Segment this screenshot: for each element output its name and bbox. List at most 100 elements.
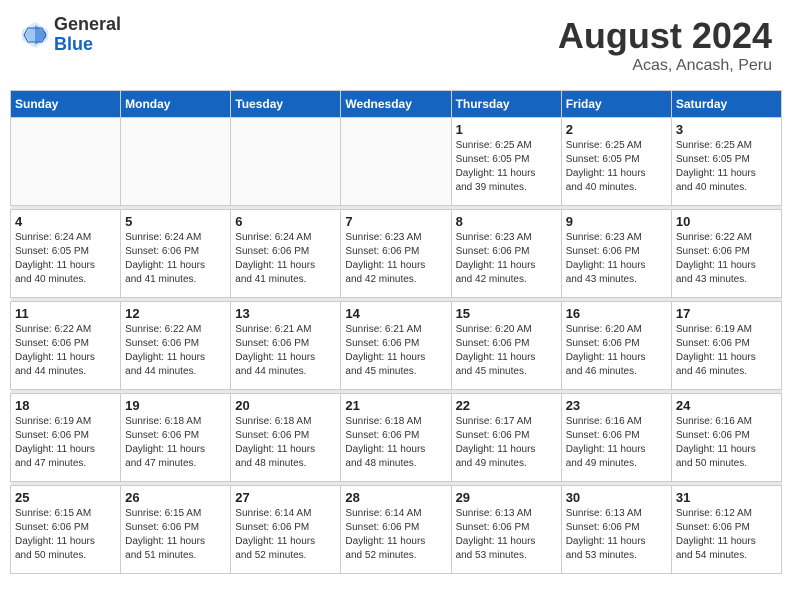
day-info: Sunrise: 6:13 AM Sunset: 6:06 PM Dayligh… (456, 507, 557, 563)
calendar-cell: 30 Sunrise: 6:13 AM Sunset: 6:06 PM Dayli… (561, 486, 671, 574)
calendar-week-row: 11 Sunrise: 6:22 AM Sunset: 6:06 PM Dayli… (11, 302, 782, 390)
logo-general-text: General (54, 15, 121, 35)
calendar-cell: 10Sunrise: 6:22 AM Sunset: 6:06 PM Dayli… (671, 210, 781, 298)
calendar-cell: 16Sunrise: 6:20 AM Sunset: 6:06 PM Dayli… (561, 302, 671, 390)
day-info: Sunrise: 6:25 AM Sunset: 6:05 PM Dayligh… (456, 139, 557, 195)
calendar-cell: 9 Sunrise: 6:23 AM Sunset: 6:06 PM Daylig… (561, 210, 671, 298)
calendar-cell: 15Sunrise: 6:20 AM Sunset: 6:06 PM Dayli… (451, 302, 561, 390)
column-header-sunday: Sunday (11, 91, 121, 118)
day-info: Sunrise: 6:16 AM Sunset: 6:06 PM Dayligh… (676, 415, 777, 471)
calendar-cell: 20 Sunrise: 6:18 AM Sunset: 6:06 PM Dayli… (231, 394, 341, 482)
calendar-cell: 8 Sunrise: 6:23 AM Sunset: 6:06 PM Daylig… (451, 210, 561, 298)
logo-icon (20, 20, 50, 50)
calendar-cell: 27Sunrise: 6:14 AM Sunset: 6:06 PM Dayli… (231, 486, 341, 574)
calendar-cell: 5 Sunrise: 6:24 AM Sunset: 6:06 PM Daylig… (121, 210, 231, 298)
day-info: Sunrise: 6:14 AM Sunset: 6:06 PM Dayligh… (345, 507, 446, 563)
day-number: 13 (235, 306, 336, 321)
day-number: 18 (15, 398, 116, 413)
day-info: Sunrise: 6:25 AM Sunset: 6:05 PM Dayligh… (676, 139, 777, 195)
day-number: 19 (125, 398, 226, 413)
day-info: Sunrise: 6:23 AM Sunset: 6:06 PM Dayligh… (345, 231, 446, 287)
day-number: 15 (456, 306, 557, 321)
day-number: 9 (566, 214, 667, 229)
day-number: 28 (345, 490, 446, 505)
day-info: Sunrise: 6:17 AM Sunset: 6:06 PM Dayligh… (456, 415, 557, 471)
day-number: 24 (676, 398, 777, 413)
calendar-cell: 29 Sunrise: 6:13 AM Sunset: 6:06 PM Dayli… (451, 486, 561, 574)
calendar-cell (11, 118, 121, 206)
day-number: 22 (456, 398, 557, 413)
calendar-header-row: SundayMondayTuesdayWednesdayThursdayFrid… (11, 91, 782, 118)
calendar-table: SundayMondayTuesdayWednesdayThursdayFrid… (10, 90, 782, 574)
day-number: 4 (15, 214, 116, 229)
calendar-cell (341, 118, 451, 206)
calendar-cell: 21 Sunrise: 6:18 AM Sunset: 6:06 PM Dayli… (341, 394, 451, 482)
day-number: 23 (566, 398, 667, 413)
day-number: 10 (676, 214, 777, 229)
calendar-cell: 1 Sunrise: 6:25 AM Sunset: 6:05 PM Daylig… (451, 118, 561, 206)
day-number: 16 (566, 306, 667, 321)
day-number: 27 (235, 490, 336, 505)
day-number: 8 (456, 214, 557, 229)
calendar-week-row: 18 Sunrise: 6:19 AM Sunset: 6:06 PM Dayli… (11, 394, 782, 482)
day-info: Sunrise: 6:19 AM Sunset: 6:06 PM Dayligh… (15, 415, 116, 471)
day-number: 11 (15, 306, 116, 321)
column-header-thursday: Thursday (451, 91, 561, 118)
day-info: Sunrise: 6:21 AM Sunset: 6:06 PM Dayligh… (345, 323, 446, 379)
day-number: 14 (345, 306, 446, 321)
day-info: Sunrise: 6:24 AM Sunset: 6:06 PM Dayligh… (235, 231, 336, 287)
day-info: Sunrise: 6:15 AM Sunset: 6:06 PM Dayligh… (125, 507, 226, 563)
day-number: 30 (566, 490, 667, 505)
day-number: 25 (15, 490, 116, 505)
day-number: 29 (456, 490, 557, 505)
day-info: Sunrise: 6:24 AM Sunset: 6:06 PM Dayligh… (125, 231, 226, 287)
calendar-cell: 24 Sunrise: 6:16 AM Sunset: 6:06 PM Dayli… (671, 394, 781, 482)
calendar-cell: 23 Sunrise: 6:16 AM Sunset: 6:06 PM Dayli… (561, 394, 671, 482)
column-header-tuesday: Tuesday (231, 91, 341, 118)
calendar-cell: 31Sunrise: 6:12 AM Sunset: 6:06 PM Dayli… (671, 486, 781, 574)
day-info: Sunrise: 6:23 AM Sunset: 6:06 PM Dayligh… (456, 231, 557, 287)
day-number: 1 (456, 122, 557, 137)
logo-text: General Blue (54, 15, 121, 55)
day-info: Sunrise: 6:18 AM Sunset: 6:06 PM Dayligh… (235, 415, 336, 471)
day-number: 21 (345, 398, 446, 413)
title-section: August 2024 Acas, Ancash, Peru (558, 15, 772, 75)
day-info: Sunrise: 6:22 AM Sunset: 6:06 PM Dayligh… (15, 323, 116, 379)
day-info: Sunrise: 6:16 AM Sunset: 6:06 PM Dayligh… (566, 415, 667, 471)
day-number: 7 (345, 214, 446, 229)
page-header: General Blue August 2024 Acas, Ancash, P… (10, 10, 782, 80)
day-info: Sunrise: 6:13 AM Sunset: 6:06 PM Dayligh… (566, 507, 667, 563)
column-header-friday: Friday (561, 91, 671, 118)
day-info: Sunrise: 6:15 AM Sunset: 6:06 PM Dayligh… (15, 507, 116, 563)
day-number: 20 (235, 398, 336, 413)
calendar-cell: 2Sunrise: 6:25 AM Sunset: 6:05 PM Daylig… (561, 118, 671, 206)
day-info: Sunrise: 6:12 AM Sunset: 6:06 PM Dayligh… (676, 507, 777, 563)
calendar-cell: 14 Sunrise: 6:21 AM Sunset: 6:06 PM Dayli… (341, 302, 451, 390)
day-info: Sunrise: 6:18 AM Sunset: 6:06 PM Dayligh… (345, 415, 446, 471)
calendar-cell (231, 118, 341, 206)
calendar-cell: 28 Sunrise: 6:14 AM Sunset: 6:06 PM Dayli… (341, 486, 451, 574)
day-number: 6 (235, 214, 336, 229)
day-info: Sunrise: 6:24 AM Sunset: 6:05 PM Dayligh… (15, 231, 116, 287)
day-number: 26 (125, 490, 226, 505)
day-info: Sunrise: 6:22 AM Sunset: 6:06 PM Dayligh… (125, 323, 226, 379)
calendar-week-row: 4 Sunrise: 6:24 AM Sunset: 6:05 PM Daylig… (11, 210, 782, 298)
logo: General Blue (20, 15, 121, 55)
calendar-cell: 11 Sunrise: 6:22 AM Sunset: 6:06 PM Dayli… (11, 302, 121, 390)
calendar-cell: 6 Sunrise: 6:24 AM Sunset: 6:06 PM Daylig… (231, 210, 341, 298)
calendar-cell: 12 Sunrise: 6:22 AM Sunset: 6:06 PM Dayli… (121, 302, 231, 390)
calendar-cell: 13Sunrise: 6:21 AM Sunset: 6:06 PM Dayli… (231, 302, 341, 390)
day-number: 12 (125, 306, 226, 321)
calendar-week-row: 25 Sunrise: 6:15 AM Sunset: 6:06 PM Dayli… (11, 486, 782, 574)
day-info: Sunrise: 6:19 AM Sunset: 6:06 PM Dayligh… (676, 323, 777, 379)
calendar-cell: 26 Sunrise: 6:15 AM Sunset: 6:06 PM Dayli… (121, 486, 231, 574)
day-info: Sunrise: 6:23 AM Sunset: 6:06 PM Dayligh… (566, 231, 667, 287)
day-number: 2 (566, 122, 667, 137)
day-number: 17 (676, 306, 777, 321)
calendar-cell: 19Sunrise: 6:18 AM Sunset: 6:06 PM Dayli… (121, 394, 231, 482)
day-number: 3 (676, 122, 777, 137)
calendar-cell: 7 Sunrise: 6:23 AM Sunset: 6:06 PM Daylig… (341, 210, 451, 298)
column-header-wednesday: Wednesday (341, 91, 451, 118)
logo-blue-text: Blue (54, 35, 121, 55)
day-number: 5 (125, 214, 226, 229)
